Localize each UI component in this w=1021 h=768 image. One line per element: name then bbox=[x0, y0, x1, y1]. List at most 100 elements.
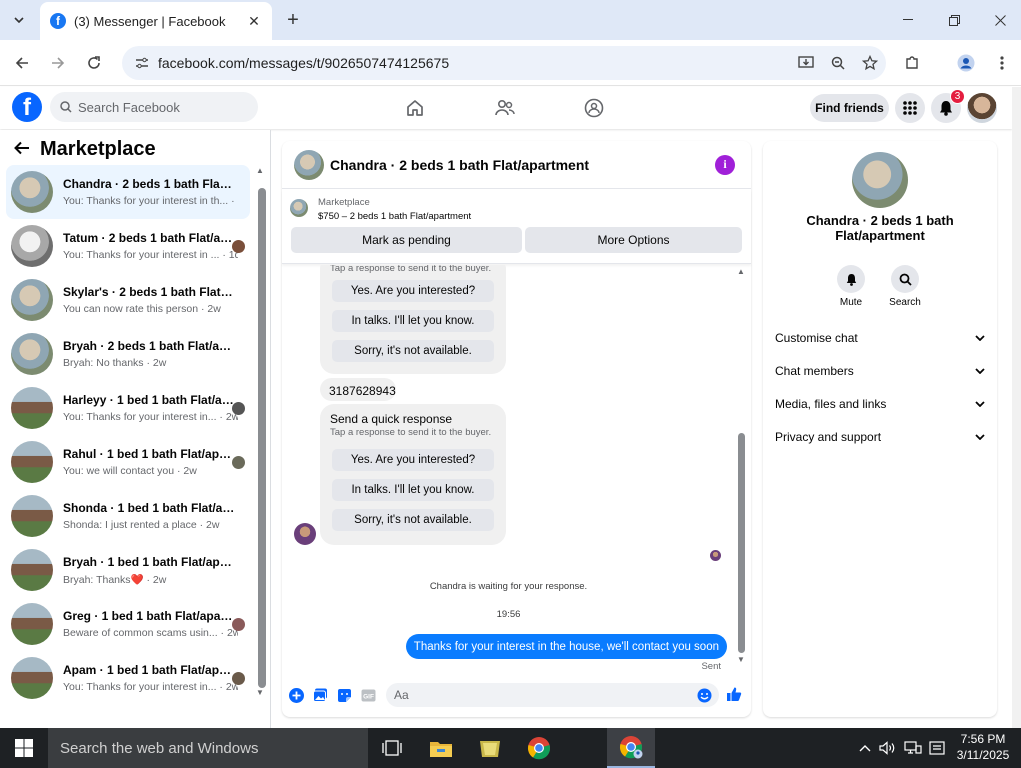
message-input[interactable]: Aa bbox=[386, 683, 719, 707]
read-receipt-avatar bbox=[232, 240, 245, 253]
search-action[interactable]: Search bbox=[885, 265, 925, 308]
sticker-icon[interactable] bbox=[336, 687, 352, 703]
emoji-icon[interactable] bbox=[696, 687, 712, 703]
search-icon bbox=[60, 101, 72, 113]
chat-preview: Beware of common scams usin... · 2w bbox=[63, 627, 238, 639]
site-info-icon[interactable] bbox=[132, 53, 152, 73]
forward-button[interactable] bbox=[46, 51, 70, 75]
facebook-logo-icon[interactable]: f bbox=[12, 92, 42, 122]
chat-list-item[interactable]: Shonda · 1 bed 1 bath Flat/apart... Shond… bbox=[6, 489, 250, 543]
chat-thumbnail bbox=[11, 657, 53, 699]
page-scrollbar[interactable] bbox=[1012, 87, 1021, 728]
sent-status: Sent bbox=[701, 661, 721, 672]
listing-title[interactable]: $750 – 2 beds 1 bath Flat/apartment bbox=[318, 211, 471, 222]
bell-icon bbox=[846, 273, 856, 286]
bookmark-star-icon[interactable] bbox=[854, 47, 886, 79]
search-icon bbox=[899, 273, 912, 286]
chat-members-section[interactable]: Chat members bbox=[775, 360, 985, 382]
show-hidden-icons-button[interactable] bbox=[856, 728, 874, 768]
privacy-support-section[interactable]: Privacy and support bbox=[775, 426, 985, 448]
chat-thumbnail bbox=[11, 495, 53, 537]
like-thumbs-up-icon[interactable] bbox=[726, 686, 742, 702]
notifications-center-button[interactable] bbox=[927, 728, 947, 768]
start-button[interactable] bbox=[0, 728, 48, 768]
conversation-title[interactable]: Chandra · 2 beds 1 bath Flat/apartment bbox=[330, 157, 715, 173]
quick-reply-button[interactable]: Yes. Are you interested? bbox=[332, 280, 494, 302]
groups-nav-button[interactable] bbox=[582, 96, 606, 120]
file-explorer-button[interactable] bbox=[417, 728, 465, 768]
tab-search-button[interactable] bbox=[8, 9, 30, 31]
back-arrow-icon[interactable] bbox=[14, 138, 30, 161]
chat-scroll-down-icon[interactable]: ▼ bbox=[737, 655, 745, 664]
taskbar-search-input[interactable]: Search the web and Windows bbox=[48, 728, 368, 768]
reload-button[interactable] bbox=[82, 51, 106, 75]
network-button[interactable] bbox=[903, 728, 923, 768]
chat-list-item[interactable]: Skylar's · 2 beds 1 bath Flat/apa... You … bbox=[6, 273, 250, 327]
facebook-search-input[interactable]: Search Facebook bbox=[50, 92, 258, 122]
maximize-button[interactable] bbox=[931, 0, 977, 40]
file-app-button[interactable] bbox=[466, 728, 514, 768]
taskbar-clock[interactable]: 7:56 PM 3/11/2025 bbox=[950, 731, 1016, 763]
volume-button[interactable] bbox=[878, 728, 898, 768]
quick-reply-button[interactable]: In talks. I'll let you know. bbox=[332, 310, 494, 332]
browser-tab-messenger[interactable]: f (3) Messenger | Facebook ✕ bbox=[40, 2, 272, 40]
chat-list-item[interactable]: Greg · 1 bed 1 bath Flat/apart... Beware … bbox=[6, 597, 250, 651]
sender-avatar[interactable] bbox=[294, 523, 316, 545]
scroll-down-icon[interactable]: ▼ bbox=[256, 688, 264, 697]
profile-avatar[interactable] bbox=[967, 93, 997, 123]
chat-scrollbar-thumb[interactable] bbox=[738, 433, 745, 653]
mute-action[interactable]: Mute bbox=[831, 265, 871, 308]
chevron-down-icon bbox=[975, 401, 985, 407]
chat-thumbnail bbox=[11, 225, 53, 267]
close-window-button[interactable] bbox=[977, 0, 1021, 40]
listing-banner: Marketplace $750 – 2 beds 1 bath Flat/ap… bbox=[282, 190, 751, 264]
chat-list-item[interactable]: Apam · 1 bed 1 bath Flat/apar... You: Tha… bbox=[6, 651, 250, 705]
sidebar-scrollbar-thumb[interactable] bbox=[258, 188, 266, 688]
gif-icon[interactable]: GIF bbox=[360, 687, 376, 703]
quick-response-subtext: Tap a response to send it to the buyer. bbox=[330, 265, 492, 274]
chat-list-item[interactable]: Harleyy · 1 bed 1 bath Flat/ap... You: Th… bbox=[6, 381, 250, 435]
minimize-button[interactable] bbox=[885, 0, 931, 40]
more-options-button[interactable]: More Options bbox=[525, 227, 742, 253]
back-button[interactable] bbox=[10, 51, 34, 75]
profile-icon[interactable] bbox=[954, 51, 978, 75]
conversation-avatar[interactable] bbox=[294, 149, 324, 180]
chat-list-item[interactable]: Chandra · 2 beds 1 bath Flat/ap... You: T… bbox=[6, 165, 250, 219]
menu-button[interactable] bbox=[895, 93, 925, 123]
zoom-icon[interactable] bbox=[822, 47, 854, 79]
plus-icon[interactable] bbox=[288, 687, 304, 703]
address-bar[interactable]: facebook.com/messages/t/9026507474125675 bbox=[122, 46, 886, 80]
friends-nav-button[interactable] bbox=[493, 96, 517, 120]
quick-reply-button[interactable]: Yes. Are you interested? bbox=[332, 449, 494, 471]
chat-thumbnail bbox=[11, 279, 53, 321]
facebook-search-placeholder: Search Facebook bbox=[78, 99, 180, 115]
new-tab-button[interactable]: + bbox=[282, 9, 304, 31]
chat-list-item[interactable]: Bryah · 2 beds 1 bath Flat/apart... Bryah… bbox=[6, 327, 250, 381]
chrome-menu-icon[interactable] bbox=[990, 51, 1014, 75]
quick-reply-button[interactable]: Sorry, it's not available. bbox=[332, 509, 494, 531]
listing-thumbnail[interactable] bbox=[290, 199, 308, 217]
chrome-taskbar-button[interactable] bbox=[515, 728, 563, 768]
info-icon[interactable]: i bbox=[715, 154, 735, 175]
chat-scroll-up-icon[interactable]: ▲ bbox=[737, 267, 745, 276]
scroll-up-icon[interactable]: ▲ bbox=[256, 166, 264, 175]
customise-chat-section[interactable]: Customise chat bbox=[775, 327, 985, 349]
mark-as-pending-button[interactable]: Mark as pending bbox=[291, 227, 522, 253]
install-app-icon[interactable] bbox=[790, 47, 822, 79]
tab-close-icon[interactable]: ✕ bbox=[246, 13, 262, 30]
chat-list-item[interactable]: Tatum · 2 beds 1 bath Flat/ap... You: Tha… bbox=[6, 219, 250, 273]
quick-reply-button[interactable]: Sorry, it's not available. bbox=[332, 340, 494, 362]
chat-list-item[interactable]: Rahul · 1 bed 1 bath Flat/apar... You: we… bbox=[6, 435, 250, 489]
conversation-info-avatar[interactable] bbox=[852, 152, 908, 208]
chat-preview: You: Thanks for your interest in th... ·… bbox=[63, 195, 238, 207]
task-view-button[interactable] bbox=[368, 728, 416, 768]
quick-reply-button[interactable]: In talks. I'll let you know. bbox=[332, 479, 494, 501]
chrome-active-window-button[interactable] bbox=[607, 728, 655, 768]
find-friends-button[interactable]: Find friends bbox=[810, 94, 889, 122]
media-files-links-section[interactable]: Media, files and links bbox=[775, 393, 985, 415]
arrow-left-icon bbox=[15, 57, 28, 69]
image-icon[interactable] bbox=[312, 687, 328, 703]
chat-list-item[interactable]: Bryah · 1 bed 1 bath Flat/apart... Bryah:… bbox=[6, 543, 250, 597]
extensions-icon[interactable] bbox=[900, 51, 924, 75]
home-nav-button[interactable] bbox=[403, 96, 427, 120]
